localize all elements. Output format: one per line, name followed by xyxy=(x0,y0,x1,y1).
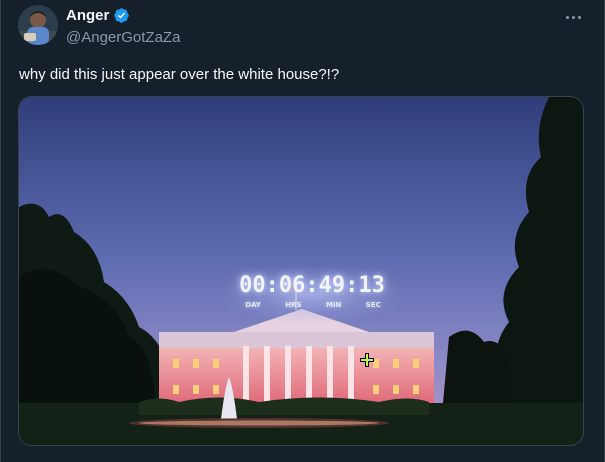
author-name-row: Anger xyxy=(66,7,130,24)
user-handle[interactable]: @AngerGotZaZa xyxy=(66,29,180,46)
tweet: Anger @AngerGotZaZa why did this just ap… xyxy=(0,0,605,462)
avatar[interactable] xyxy=(18,5,58,45)
left-border xyxy=(0,0,1,462)
tweet-text: why did this just appear over the white … xyxy=(19,66,340,83)
verified-badge-icon xyxy=(113,7,130,24)
countdown-display: 00:06:49:13 DAY HRS MIN SEC xyxy=(223,267,401,323)
move-cursor-icon xyxy=(360,353,374,367)
countdown-labels: DAY HRS MIN SEC xyxy=(233,301,393,309)
more-options-icon[interactable] xyxy=(560,8,586,26)
display-name[interactable]: Anger xyxy=(66,7,109,24)
tweet-media-image[interactable]: 00:06:49:13 DAY HRS MIN SEC xyxy=(18,96,584,446)
countdown-label-sec: SEC xyxy=(365,301,381,309)
countdown-label-day: DAY xyxy=(245,301,261,309)
countdown-time: 00:06:49:13 xyxy=(239,273,385,298)
countdown-label-min: MIN xyxy=(325,301,342,309)
countdown-label-hrs: HRS xyxy=(285,301,302,309)
